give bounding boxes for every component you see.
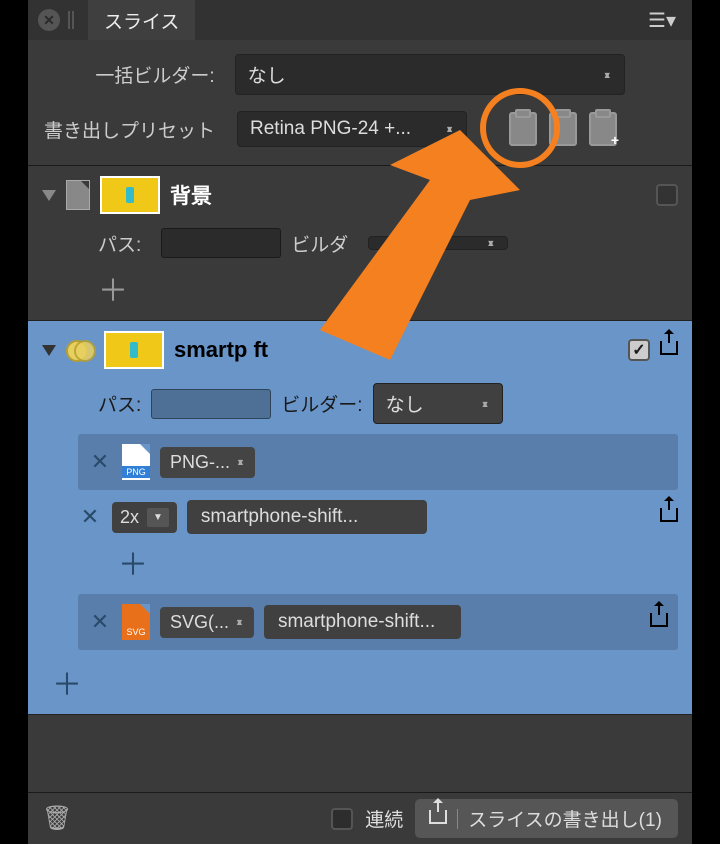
dropdown-icon: ▼: [147, 508, 169, 527]
trash-icon[interactable]: 🗑: [42, 804, 72, 833]
remove-icon[interactable]: ✕: [88, 609, 112, 635]
slice-item-selected[interactable]: smartp ft ✓ パス: ビルダー: なし ✕: [28, 321, 692, 715]
panel-menu-icon[interactable]: ☰▾: [642, 4, 682, 37]
filename-input[interactable]: smartphone-shift...: [264, 605, 461, 639]
clipboard-add-icon[interactable]: [589, 112, 617, 146]
preset-select[interactable]: Retina PNG-24 +...: [237, 111, 467, 147]
export-button-label: スライスの書き出し(1): [468, 805, 662, 832]
continuous-checkbox[interactable]: [331, 808, 353, 830]
panel-footer: 🗑 連続 スライスの書き出し(1): [28, 792, 692, 844]
slice-builder-select[interactable]: なし: [373, 383, 503, 424]
tab-label: スライス: [104, 7, 179, 34]
format-select[interactable]: PNG-...: [160, 447, 255, 478]
export-format-item: ✕ SVG(... smartphone-shift...: [78, 594, 678, 650]
builder-select[interactable]: なし: [235, 54, 625, 95]
add-export-button[interactable]: ＋: [98, 275, 128, 308]
share-icon[interactable]: [650, 611, 668, 633]
layers-icon: [66, 338, 94, 362]
grip-icon[interactable]: [68, 11, 76, 29]
clipboard-icon[interactable]: [549, 112, 577, 146]
slice-list: 背景 パス: ビルダ ＋: [28, 166, 692, 792]
builder-label: ビルダー:: [281, 390, 362, 417]
divider: [457, 809, 458, 829]
format-select[interactable]: SVG(...: [160, 607, 254, 638]
remove-icon[interactable]: ✕: [88, 449, 112, 475]
path-input[interactable]: [151, 389, 271, 419]
page-icon: [66, 180, 90, 210]
tab-slices[interactable]: スライス: [88, 0, 195, 40]
scale-select[interactable]: 2x ▼: [112, 502, 177, 533]
builder-label: 一括ビルダー:: [95, 61, 214, 88]
slice-thumbnail: [100, 176, 160, 214]
svg-file-icon: [122, 604, 150, 640]
export-format-item: ✕ PNG-...: [78, 434, 678, 490]
export-checkbox[interactable]: ✓: [628, 339, 650, 361]
close-icon[interactable]: ✕: [38, 9, 60, 31]
clipboard-apply-icon[interactable]: [509, 112, 537, 146]
slice-builder-value: なし: [386, 390, 424, 417]
export-checkbox[interactable]: [656, 184, 678, 206]
format-value: SVG(...: [170, 612, 229, 633]
add-export-button[interactable]: ＋: [52, 669, 82, 702]
continuous-label: 連続: [365, 805, 403, 832]
add-size-button[interactable]: ＋: [118, 549, 148, 582]
disclosure-icon[interactable]: [42, 345, 56, 356]
slice-builder-select[interactable]: [368, 236, 508, 250]
disclosure-icon[interactable]: [42, 190, 56, 201]
path-label: パス:: [98, 390, 141, 417]
slice-name: 背景: [170, 180, 212, 210]
slice-item[interactable]: 背景 パス: ビルダ ＋: [28, 166, 692, 321]
format-value: PNG-...: [170, 452, 230, 473]
remove-icon[interactable]: ✕: [78, 504, 102, 530]
panel-tabbar: ✕ スライス ☰▾: [28, 0, 692, 40]
filename-input[interactable]: smartphone-shift...: [187, 500, 428, 534]
path-input[interactable]: [161, 228, 281, 258]
builder-value: なし: [248, 61, 286, 88]
share-icon[interactable]: [660, 506, 678, 528]
slice-thumbnail: [104, 331, 164, 369]
path-label: パス:: [98, 230, 141, 257]
slice-name: smartp ft: [174, 337, 268, 363]
export-slices-button[interactable]: スライスの書き出し(1): [415, 799, 678, 838]
share-icon[interactable]: [660, 339, 678, 361]
scale-value: 2x: [120, 507, 139, 528]
top-controls: 一括ビルダー: なし 書き出しプリセット Retina PNG-24 +...: [28, 40, 692, 166]
preset-label: 書き出しプリセット: [44, 116, 215, 143]
share-icon: [429, 808, 447, 830]
png-file-icon: [122, 444, 150, 480]
preset-value: Retina PNG-24 +...: [250, 118, 411, 140]
builder-label: ビルダ: [291, 230, 348, 257]
